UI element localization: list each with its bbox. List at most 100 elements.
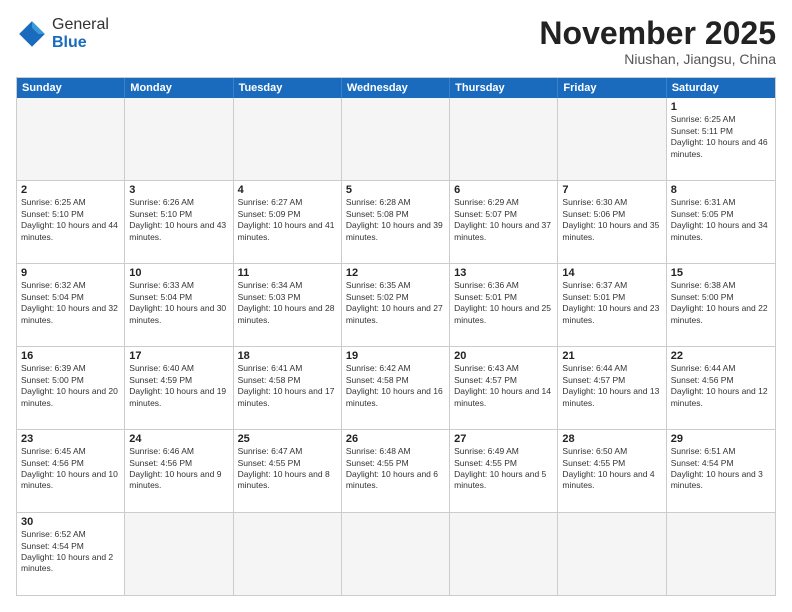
- day-cell: 18Sunrise: 6:41 AMSunset: 4:58 PMDayligh…: [234, 347, 342, 429]
- page-header: General Blue November 2025 Niushan, Jian…: [16, 16, 776, 67]
- day-cell: 23Sunrise: 6:45 AMSunset: 4:56 PMDayligh…: [17, 430, 125, 512]
- day-info: Sunrise: 6:29 AMSunset: 5:07 PMDaylight:…: [454, 197, 553, 243]
- day-cell: 11Sunrise: 6:34 AMSunset: 5:03 PMDayligh…: [234, 264, 342, 346]
- day-cell: 5Sunrise: 6:28 AMSunset: 5:08 PMDaylight…: [342, 181, 450, 263]
- day-number: 16: [21, 350, 120, 362]
- empty-cell: [342, 513, 450, 595]
- day-number: 11: [238, 267, 337, 279]
- day-number: 24: [129, 433, 228, 445]
- day-info: Sunrise: 6:45 AMSunset: 4:56 PMDaylight:…: [21, 446, 120, 492]
- day-number: 25: [238, 433, 337, 445]
- empty-cell: [450, 98, 558, 180]
- calendar-page: General Blue November 2025 Niushan, Jian…: [0, 0, 792, 612]
- day-number: 27: [454, 433, 553, 445]
- day-number: 17: [129, 350, 228, 362]
- day-info: Sunrise: 6:35 AMSunset: 5:02 PMDaylight:…: [346, 280, 445, 326]
- day-info: Sunrise: 6:44 AMSunset: 4:57 PMDaylight:…: [562, 363, 661, 409]
- day-cell: 27Sunrise: 6:49 AMSunset: 4:55 PMDayligh…: [450, 430, 558, 512]
- calendar-row: 2Sunrise: 6:25 AMSunset: 5:10 PMDaylight…: [17, 180, 775, 263]
- day-info: Sunrise: 6:51 AMSunset: 4:54 PMDaylight:…: [671, 446, 771, 492]
- day-number: 28: [562, 433, 661, 445]
- day-info: Sunrise: 6:36 AMSunset: 5:01 PMDaylight:…: [454, 280, 553, 326]
- month-title: November 2025: [539, 16, 776, 51]
- day-info: Sunrise: 6:25 AMSunset: 5:10 PMDaylight:…: [21, 197, 120, 243]
- day-cell: 28Sunrise: 6:50 AMSunset: 4:55 PMDayligh…: [558, 430, 666, 512]
- day-cell: 30Sunrise: 6:52 AMSunset: 4:54 PMDayligh…: [17, 513, 125, 595]
- empty-cell: [125, 513, 233, 595]
- logo-general: General: [52, 16, 109, 34]
- day-info: Sunrise: 6:47 AMSunset: 4:55 PMDaylight:…: [238, 446, 337, 492]
- day-cell: 19Sunrise: 6:42 AMSunset: 4:58 PMDayligh…: [342, 347, 450, 429]
- day-info: Sunrise: 6:44 AMSunset: 4:56 PMDaylight:…: [671, 363, 771, 409]
- calendar-row: 30Sunrise: 6:52 AMSunset: 4:54 PMDayligh…: [17, 512, 775, 595]
- day-info: Sunrise: 6:34 AMSunset: 5:03 PMDaylight:…: [238, 280, 337, 326]
- day-cell: 8Sunrise: 6:31 AMSunset: 5:05 PMDaylight…: [667, 181, 775, 263]
- day-info: Sunrise: 6:46 AMSunset: 4:56 PMDaylight:…: [129, 446, 228, 492]
- logo: General Blue: [16, 16, 109, 51]
- day-info: Sunrise: 6:26 AMSunset: 5:10 PMDaylight:…: [129, 197, 228, 243]
- day-number: 12: [346, 267, 445, 279]
- day-number: 26: [346, 433, 445, 445]
- day-number: 3: [129, 184, 228, 196]
- day-info: Sunrise: 6:50 AMSunset: 4:55 PMDaylight:…: [562, 446, 661, 492]
- day-number: 20: [454, 350, 553, 362]
- day-cell: 15Sunrise: 6:38 AMSunset: 5:00 PMDayligh…: [667, 264, 775, 346]
- day-number: 5: [346, 184, 445, 196]
- weekday-header: Thursday: [450, 78, 558, 98]
- day-number: 8: [671, 184, 771, 196]
- day-cell: 1Sunrise: 6:25 AMSunset: 5:11 PMDaylight…: [667, 98, 775, 180]
- day-info: Sunrise: 6:32 AMSunset: 5:04 PMDaylight:…: [21, 280, 120, 326]
- day-number: 13: [454, 267, 553, 279]
- day-number: 6: [454, 184, 553, 196]
- calendar-row: 16Sunrise: 6:39 AMSunset: 5:00 PMDayligh…: [17, 346, 775, 429]
- day-info: Sunrise: 6:38 AMSunset: 5:00 PMDaylight:…: [671, 280, 771, 326]
- weekday-header: Tuesday: [234, 78, 342, 98]
- day-cell: 4Sunrise: 6:27 AMSunset: 5:09 PMDaylight…: [234, 181, 342, 263]
- day-number: 22: [671, 350, 771, 362]
- logo-blue: Blue: [52, 34, 109, 52]
- day-info: Sunrise: 6:31 AMSunset: 5:05 PMDaylight:…: [671, 197, 771, 243]
- day-info: Sunrise: 6:37 AMSunset: 5:01 PMDaylight:…: [562, 280, 661, 326]
- day-number: 19: [346, 350, 445, 362]
- calendar-row: 1Sunrise: 6:25 AMSunset: 5:11 PMDaylight…: [17, 98, 775, 180]
- day-info: Sunrise: 6:40 AMSunset: 4:59 PMDaylight:…: [129, 363, 228, 409]
- day-info: Sunrise: 6:49 AMSunset: 4:55 PMDaylight:…: [454, 446, 553, 492]
- day-cell: 2Sunrise: 6:25 AMSunset: 5:10 PMDaylight…: [17, 181, 125, 263]
- day-info: Sunrise: 6:30 AMSunset: 5:06 PMDaylight:…: [562, 197, 661, 243]
- day-number: 10: [129, 267, 228, 279]
- weekday-header: Sunday: [17, 78, 125, 98]
- calendar-header: SundayMondayTuesdayWednesdayThursdayFrid…: [17, 78, 775, 98]
- day-number: 15: [671, 267, 771, 279]
- day-cell: 24Sunrise: 6:46 AMSunset: 4:56 PMDayligh…: [125, 430, 233, 512]
- weekday-header: Monday: [125, 78, 233, 98]
- day-info: Sunrise: 6:48 AMSunset: 4:55 PMDaylight:…: [346, 446, 445, 492]
- day-cell: 7Sunrise: 6:30 AMSunset: 5:06 PMDaylight…: [558, 181, 666, 263]
- day-info: Sunrise: 6:43 AMSunset: 4:57 PMDaylight:…: [454, 363, 553, 409]
- day-cell: 22Sunrise: 6:44 AMSunset: 4:56 PMDayligh…: [667, 347, 775, 429]
- calendar: SundayMondayTuesdayWednesdayThursdayFrid…: [16, 77, 776, 596]
- location: Niushan, Jiangsu, China: [539, 51, 776, 67]
- calendar-row: 9Sunrise: 6:32 AMSunset: 5:04 PMDaylight…: [17, 263, 775, 346]
- weekday-header: Friday: [558, 78, 666, 98]
- day-number: 4: [238, 184, 337, 196]
- day-info: Sunrise: 6:25 AMSunset: 5:11 PMDaylight:…: [671, 114, 771, 160]
- empty-cell: [558, 513, 666, 595]
- day-cell: 14Sunrise: 6:37 AMSunset: 5:01 PMDayligh…: [558, 264, 666, 346]
- day-info: Sunrise: 6:28 AMSunset: 5:08 PMDaylight:…: [346, 197, 445, 243]
- day-number: 2: [21, 184, 120, 196]
- day-number: 30: [21, 516, 120, 528]
- day-info: Sunrise: 6:27 AMSunset: 5:09 PMDaylight:…: [238, 197, 337, 243]
- day-number: 9: [21, 267, 120, 279]
- day-cell: 3Sunrise: 6:26 AMSunset: 5:10 PMDaylight…: [125, 181, 233, 263]
- day-number: 23: [21, 433, 120, 445]
- empty-cell: [17, 98, 125, 180]
- empty-cell: [667, 513, 775, 595]
- day-info: Sunrise: 6:41 AMSunset: 4:58 PMDaylight:…: [238, 363, 337, 409]
- day-cell: 6Sunrise: 6:29 AMSunset: 5:07 PMDaylight…: [450, 181, 558, 263]
- day-cell: 12Sunrise: 6:35 AMSunset: 5:02 PMDayligh…: [342, 264, 450, 346]
- day-info: Sunrise: 6:42 AMSunset: 4:58 PMDaylight:…: [346, 363, 445, 409]
- empty-cell: [558, 98, 666, 180]
- empty-cell: [234, 98, 342, 180]
- day-cell: 21Sunrise: 6:44 AMSunset: 4:57 PMDayligh…: [558, 347, 666, 429]
- day-number: 14: [562, 267, 661, 279]
